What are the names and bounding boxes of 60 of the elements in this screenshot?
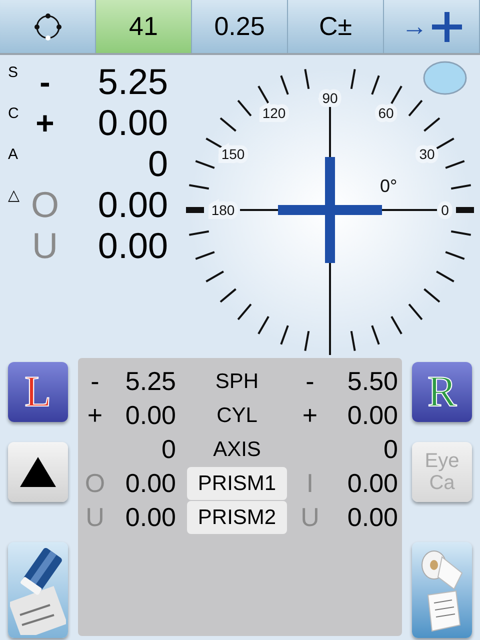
reading-value: 0.00: [96, 186, 168, 222]
angle-label: 180: [211, 202, 235, 218]
base-direction: U: [86, 504, 104, 530]
reading-label: A: [8, 146, 18, 163]
plus-icon: [432, 12, 462, 42]
left-value: 5.25: [124, 368, 176, 394]
reading-value: 0: [146, 146, 168, 182]
angle-label: 120: [262, 105, 286, 121]
reading-label: △: [8, 187, 20, 204]
base-direction: I: [306, 470, 314, 496]
sign: -: [306, 368, 314, 394]
right-value: 0.00: [346, 470, 398, 496]
right-value: 0.00: [346, 402, 398, 428]
angle-label: 90: [322, 90, 338, 106]
axis-marker: [186, 207, 204, 213]
left-value: 0.00: [124, 402, 176, 428]
triangle-icon: [20, 457, 56, 487]
target-icon: [32, 12, 62, 42]
eye-care-button: Eye Ca: [412, 442, 472, 502]
left-value: 0: [160, 436, 176, 462]
reading-label: C: [8, 105, 19, 122]
prism-toggle[interactable]: PRISM1: [187, 466, 287, 500]
right-value: 0.00: [346, 504, 398, 530]
right-value: 5.50: [346, 368, 398, 394]
toolbar-tab[interactable]: →: [384, 0, 480, 53]
sign: +: [36, 106, 54, 138]
right-value: 0: [382, 436, 398, 462]
base-direction: O: [84, 470, 106, 496]
toolbar-tab[interactable]: [0, 0, 96, 53]
angle-label: 60: [378, 105, 394, 121]
reading-value: 0.00: [96, 104, 168, 140]
reading-value: 5.25: [96, 64, 168, 100]
base-direction: U: [32, 228, 58, 264]
left-value: 0.00: [124, 470, 176, 496]
reading-label: S: [8, 64, 18, 81]
left-value: 0.00: [124, 504, 176, 530]
clear-button[interactable]: [8, 542, 68, 638]
prism-toggle[interactable]: PRISM2: [187, 500, 287, 534]
angle-label: 150: [221, 146, 245, 162]
sign: +: [302, 402, 318, 428]
angle-label: 30: [419, 146, 435, 162]
base-direction: O: [30, 186, 59, 222]
reading-value: 0.00: [96, 228, 168, 264]
toolbar-tab[interactable]: 0.25: [192, 0, 288, 53]
toolbar-tab[interactable]: C±: [288, 0, 384, 53]
row-label: AXIS: [213, 438, 261, 460]
sign: +: [87, 402, 103, 428]
lens-icon: [423, 61, 467, 95]
axis-marker: [456, 207, 474, 213]
axis-reading: 0°: [380, 176, 398, 196]
prism-button[interactable]: [8, 442, 68, 502]
print-button[interactable]: [412, 542, 472, 638]
angle-label: 0: [441, 202, 449, 218]
sign: -: [40, 66, 50, 98]
sign: -: [90, 368, 100, 394]
base-direction: U: [300, 504, 320, 530]
eraser-icon: [10, 545, 66, 635]
toolbar-tab[interactable]: 41: [96, 0, 192, 53]
row-label: SPH: [215, 370, 259, 392]
row-label: CYL: [216, 404, 258, 426]
